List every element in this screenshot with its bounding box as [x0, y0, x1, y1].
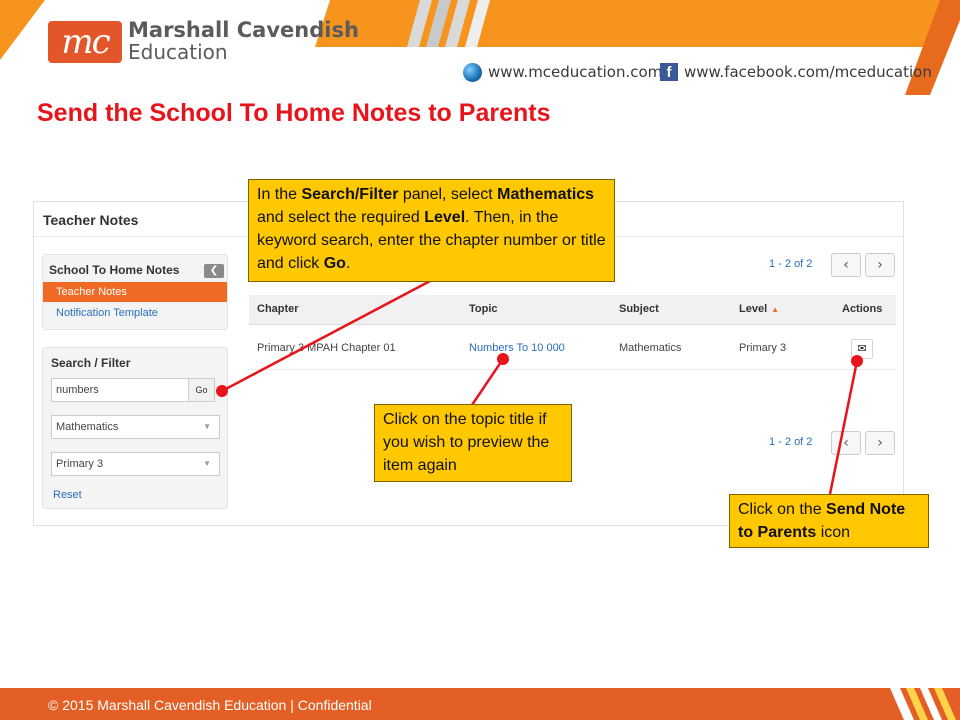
footer-copyright: © 2015 Marshall Cavendish Education | Co… [48, 697, 372, 713]
callout-arrows [216, 278, 863, 495]
callout-emphasis: Search/Filter [301, 186, 399, 203]
callout-text: icon [816, 524, 851, 541]
callout-text: . [345, 255, 351, 272]
callout-emphasis: Level [424, 209, 466, 226]
footer-stripes [890, 688, 956, 720]
callout-search-filter: In the Search/Filter panel, select Mathe… [248, 179, 615, 282]
callout-topic-preview: Click on the topic title if you wish to … [374, 404, 572, 482]
callout-text: panel, select [398, 186, 498, 203]
callout-send-note: Click on the Send Note to Parents icon [729, 494, 929, 548]
callout-text: and select the required [257, 209, 425, 226]
callout-text: Click on the [738, 501, 827, 518]
footer: © 2015 Marshall Cavendish Education | Co… [0, 688, 960, 720]
callout-emphasis: Mathematics [497, 186, 595, 203]
callout-text: In the [257, 186, 302, 203]
callout-emphasis: Go [323, 255, 346, 272]
